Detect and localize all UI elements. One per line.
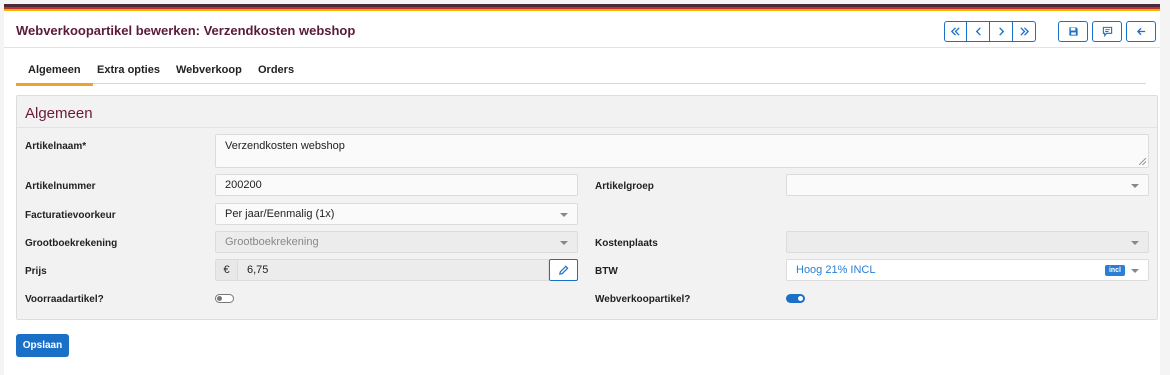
artikelgroep-select[interactable] [786,174,1149,196]
comment-toolbar-button[interactable] [1092,21,1122,42]
artikelgroep-label: Artikelgroep [595,181,654,192]
voorraadartikel-toggle[interactable] [215,294,234,303]
webverkoopartikel-label: Webverkoopartikel? [595,294,691,305]
panel-divider [17,127,1157,128]
next-record-button[interactable] [990,21,1013,42]
previous-record-button[interactable] [967,21,990,42]
toggle-knob [217,296,222,301]
currency-addon: € [215,259,237,281]
artikelnaam-value: Verzendkosten webshop [225,140,345,152]
page-scrollbar[interactable] [1160,4,1170,375]
webverkoopartikel-toggle[interactable] [786,294,805,303]
facturatievoorkeur-label: Facturatievoorkeur [25,210,116,221]
back-toolbar-button[interactable] [1126,21,1156,42]
panel-title: Algemeen [25,105,93,122]
facturatievoorkeur-value: Per jaar/Eenmalig (1x) [225,208,335,220]
artikelnummer-label: Artikelnummer [25,181,96,192]
resize-grip-icon[interactable] [1139,158,1146,165]
pencil-icon [559,265,569,275]
general-panel: Algemeen Artikelnaam* Verzendkosten webs… [16,95,1158,320]
prijs-value: 6,75 [247,264,269,276]
incl-badge: incl [1104,265,1125,276]
artikelnummer-value: 200200 [225,179,262,191]
kostenplaats-label: Kostenplaats [595,238,658,249]
btw-value: Hoog 21% INCL [796,264,876,276]
save-icon [1068,27,1078,36]
page-title: Webverkoopartikel bewerken: Verzendkoste… [16,23,356,38]
btw-label: BTW [595,266,618,277]
toggle-knob [798,296,803,301]
back-icon [1136,27,1145,36]
comment-icon [1102,26,1112,37]
first-icon [950,27,960,36]
last-icon [1019,27,1029,36]
prijs-field[interactable]: 6,75 [237,259,549,281]
artikelnaam-label: Artikelnaam* [25,141,87,152]
next-icon [998,27,1004,36]
first-record-button[interactable] [944,21,967,42]
artikelnummer-field[interactable]: 200200 [215,174,578,196]
tab-algemeen[interactable]: Algemeen [16,64,93,86]
chevron-down-icon [1131,269,1139,273]
record-navigation [944,21,1036,42]
grootboekrekening-placeholder: Grootboekrekening [225,236,319,248]
tab-bar: Algemeen Extra opties Webverkoop Orders [16,64,1146,86]
facturatievoorkeur-select[interactable]: Per jaar/Eenmalig (1x) [215,203,578,225]
save-button[interactable]: Opslaan [16,334,69,357]
tab-webverkoop[interactable]: Webverkoop [164,64,254,84]
edit-price-button[interactable] [549,259,578,281]
prijs-label: Prijs [25,266,47,277]
chevron-down-icon [560,213,568,217]
grootboekrekening-select[interactable]: Grootboekrekening [215,231,578,253]
kostenplaats-select[interactable] [786,231,1149,253]
artikelnaam-field[interactable]: Verzendkosten webshop [215,134,1149,168]
chevron-down-icon [1131,241,1139,245]
app-window: Webverkoopartikel bewerken: Verzendkoste… [4,4,1160,375]
voorraadartikel-label: Voorraadartikel? [25,294,104,305]
tab-orders[interactable]: Orders [246,64,306,84]
save-toolbar-button[interactable] [1058,21,1088,42]
tab-extra-opties[interactable]: Extra opties [85,64,172,84]
btw-select[interactable]: Hoog 21% INCL incl [786,259,1149,281]
previous-icon [975,27,981,36]
page-header: Webverkoopartikel bewerken: Verzendkoste… [4,11,1160,48]
chevron-down-icon [1131,184,1139,188]
chevron-down-icon [560,241,568,245]
last-record-button[interactable] [1013,21,1036,42]
grootboekrekening-label: Grootboekrekening [25,238,118,249]
